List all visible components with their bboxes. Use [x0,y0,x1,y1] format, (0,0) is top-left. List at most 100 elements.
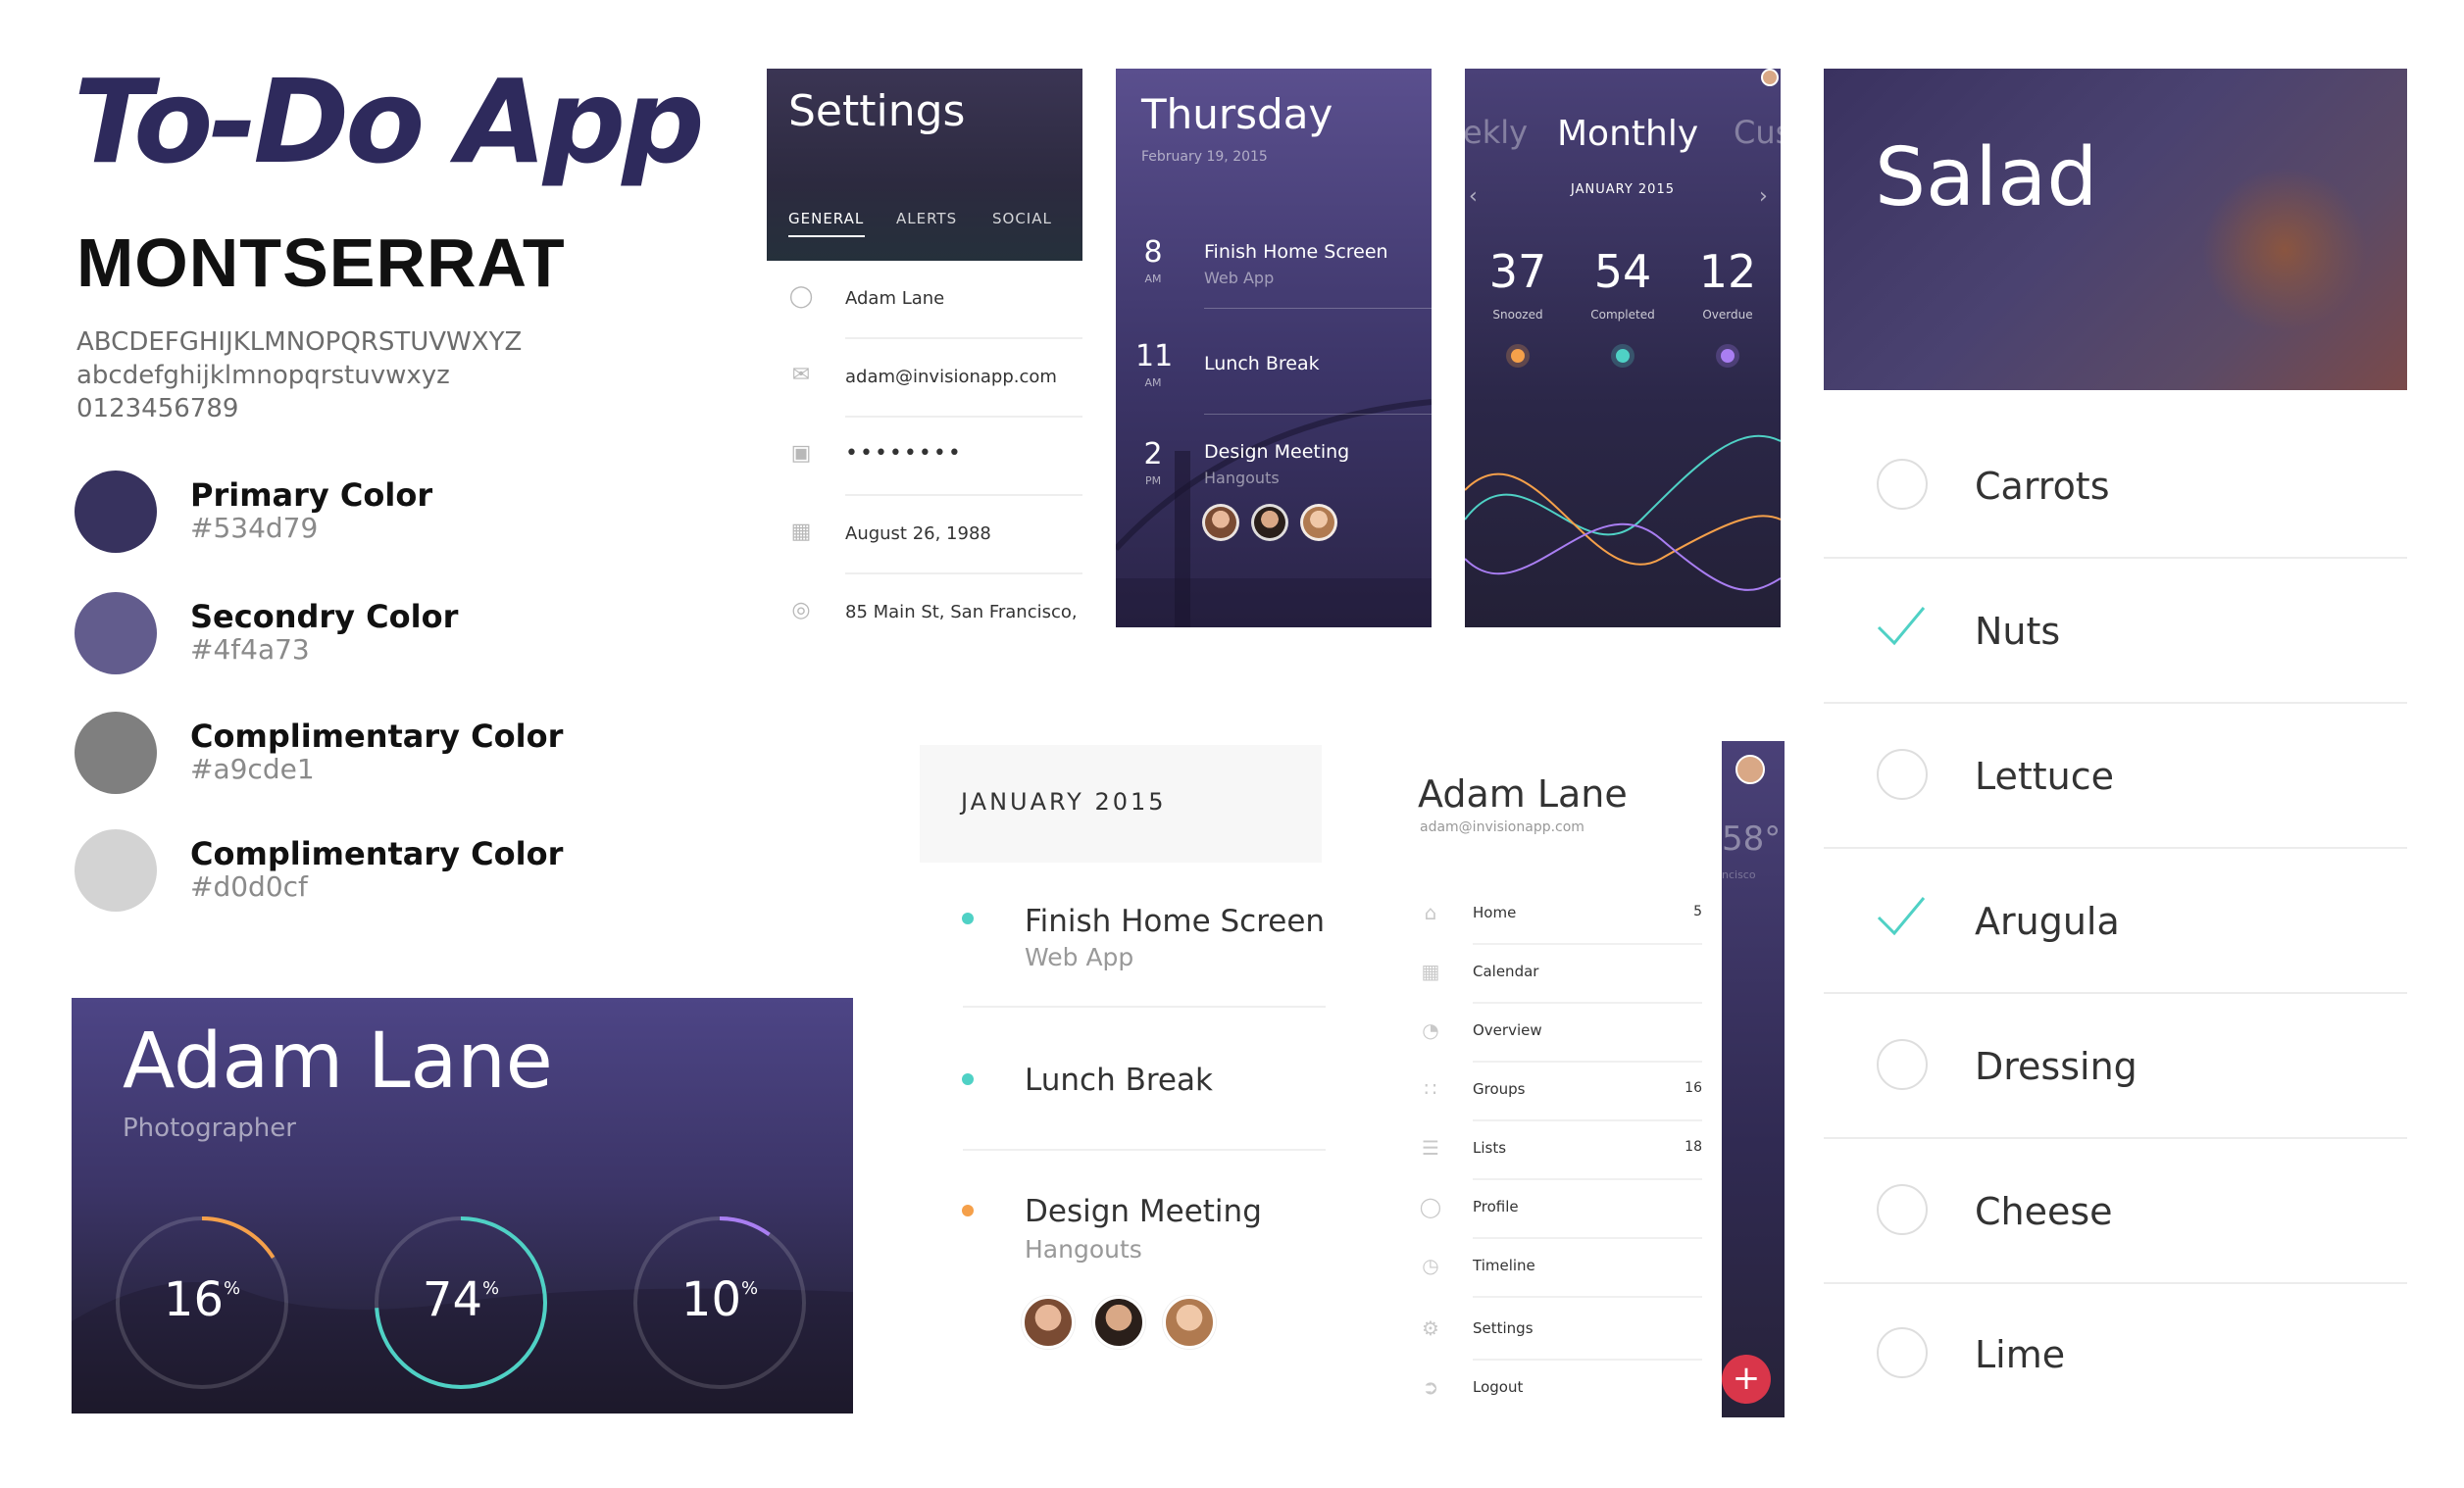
settings-row-name[interactable]: ◯ Adam Lane [767,261,1082,339]
item-label: Arugula [1975,900,2120,943]
percent-number: 74 [422,1272,482,1327]
nav-item-groups[interactable]: ∷ Groups 16 [1418,1063,1702,1121]
avatar[interactable] [1735,755,1765,784]
event-title[interactable]: Lunch Break [1025,1063,1213,1098]
unchecked-circle[interactable] [1877,1184,1928,1235]
event-ampm: AM [1144,273,1162,285]
item-label: Lettuce [1975,755,2115,798]
settings-row-address[interactable]: ◎ 85 Main St, San Francisco, C... [767,574,1082,627]
tab-weekly[interactable]: ekly [1465,114,1528,151]
nav-item-timeline[interactable]: ◷ Timeline [1418,1239,1702,1298]
divider [1204,414,1432,415]
avatar[interactable] [1092,1296,1145,1349]
tab-general[interactable]: GENERAL [788,210,864,227]
list-item[interactable]: Carrots [1824,414,2407,559]
event-title: Lunch Break [1204,353,1320,374]
item-label: Carrots [1975,465,2110,508]
list-item[interactable]: Nuts [1824,559,2407,704]
nav-item-lists[interactable]: ☰ Lists 18 [1418,1121,1702,1180]
tab-social[interactable]: SOCIAL [992,210,1052,227]
nav-item-settings[interactable]: ⚙ Settings [1418,1302,1702,1361]
settings-value: •••••••• [845,441,963,466]
divider [1204,308,1432,309]
completed-label: Completed [1590,308,1655,322]
completed-count: 54 [1593,245,1652,298]
list-item[interactable]: Lettuce [1824,704,2407,849]
settings-row-email[interactable]: ✉ adam@invisionapp.com [767,339,1082,418]
trend-waves [1465,434,1781,591]
event-hour: 2 [1143,437,1163,471]
avatar[interactable] [1022,1296,1075,1349]
nav-label: Logout [1473,1378,1524,1396]
user-icon: ◯ [788,284,814,309]
app-title: To-Do App [74,54,705,189]
unchecked-circle[interactable] [1877,1039,1928,1090]
percent-number: 16 [163,1272,224,1327]
tab-custom[interactable]: Cus [1734,114,1781,151]
event-hour: 8 [1143,235,1163,270]
list-item[interactable]: Dressing [1824,994,2407,1139]
avatar[interactable] [1202,504,1239,541]
item-label: Nuts [1975,610,2061,653]
unchecked-circle[interactable] [1877,1327,1928,1378]
color-hex: #a9cde1 [190,753,315,785]
overdue-count: 12 [1698,245,1757,298]
digit-glyphs: 0123456789 [76,394,239,423]
timeline-icon: ◷ [1422,1254,1439,1277]
color-label: Primary Color [190,476,433,514]
divider [963,1149,1326,1151]
event-title[interactable]: Design Meeting [1025,1194,1262,1229]
color-hex: #d0d0cf [190,870,308,903]
logout-icon: ➲ [1422,1375,1439,1399]
nav-item-home[interactable]: ⌂ Home 5 [1418,886,1702,945]
uppercase-glyphs: ABCDEFGHIJKLMNOPQRSTUVWXYZ [76,327,523,357]
snoozed-label: Snoozed [1492,308,1543,322]
nav-item-profile[interactable]: ◯ Profile [1418,1180,1702,1239]
settings-screen: Settings GENERAL ALERTS SOCIAL ◯ Adam La… [767,69,1082,627]
lock-icon: ▣ [790,441,812,466]
tab-monthly[interactable]: Monthly [1557,114,1698,154]
nav-item-overview[interactable]: ◔ Overview [1418,1004,1702,1063]
list-header: Salad [1824,69,2407,390]
event-dot [962,1205,974,1216]
nav-item-calendar[interactable]: ▦ Calendar [1418,945,1702,1004]
active-tab-indicator [788,235,865,237]
checkmark-icon[interactable] [1875,600,1928,653]
gift-icon: ▦ [790,520,812,544]
home-icon: ⌂ [1424,901,1437,924]
nav-label: Overview [1473,1021,1542,1039]
list-item[interactable]: Arugula [1824,849,2407,994]
nav-item-logout[interactable]: ➲ Logout [1418,1361,1702,1419]
complimentary-color-swatch [75,829,157,912]
checkmark-icon[interactable] [1875,890,1928,943]
event-title: Finish Home Screen [1204,241,1388,263]
add-button[interactable]: + [1722,1355,1771,1404]
underlying-screen-edge: 58° ncisco + [1722,741,1785,1417]
settings-row-birthday[interactable]: ▦ August 26, 1988 [767,496,1082,574]
settings-row-password[interactable]: ▣ •••••••• [767,418,1082,496]
nav-label: Home [1473,904,1517,921]
nav-label: Calendar [1473,963,1539,980]
tab-alerts[interactable]: ALERTS [896,210,957,227]
location-icon: ◎ [791,598,811,622]
avatar[interactable] [1163,1296,1216,1349]
nav-count: 5 [1693,904,1702,919]
event-title[interactable]: Finish Home Screen [1025,904,1325,939]
divider [1473,1296,1702,1298]
unchecked-circle[interactable] [1877,459,1928,510]
settings-header: Settings GENERAL ALERTS SOCIAL [767,69,1082,261]
percent-unit: % [481,1278,500,1299]
overdue-label: Overdue [1702,308,1753,322]
avatar[interactable] [1251,504,1288,541]
color-label: Complimentary Color [190,718,564,755]
unchecked-circle[interactable] [1877,749,1928,800]
item-label: Lime [1975,1333,2066,1376]
avatar[interactable] [1761,69,1779,86]
avatar[interactable] [1300,504,1337,541]
list-item[interactable]: Cheese [1824,1139,2407,1284]
font-name: MONTSERRAT [76,224,566,301]
nav-label: Profile [1473,1198,1519,1215]
list-item[interactable]: Lime [1824,1282,2407,1427]
nav-count: 16 [1685,1080,1702,1096]
color-hex: #534d79 [190,512,319,544]
